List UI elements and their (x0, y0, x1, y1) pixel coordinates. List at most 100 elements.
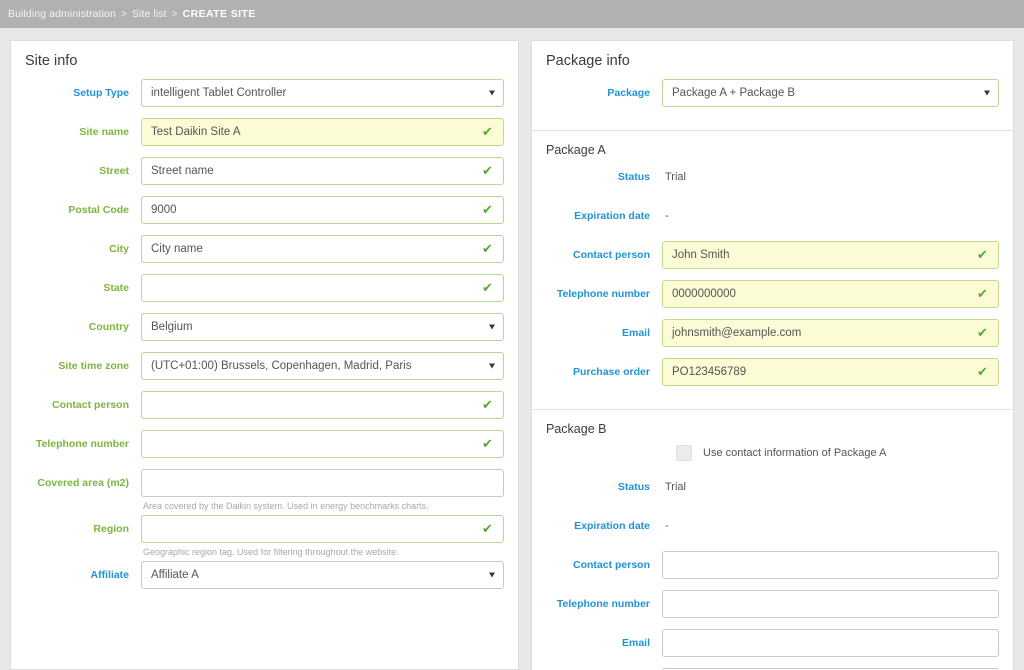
package-a-label-purchase-order: Purchase order (572, 366, 650, 378)
site-info-panel: Site info Setup Type intelligent Tablet C… (10, 40, 519, 670)
site-info-label-site-time-zone: Site time zone (58, 360, 129, 372)
valid-check-icon: ✔ (482, 163, 493, 178)
site-info-hint-region: Geographic region tag. Used for filterin… (143, 547, 399, 557)
breadcrumb-item-building-administration[interactable]: Building administration (8, 8, 116, 20)
package-a-label-contact-person: Contact person (572, 249, 650, 261)
site-info-row-postal-code: Postal Code 9000 ✔ (11, 196, 518, 224)
site-info-value-street: Street name (151, 165, 214, 177)
package-b-input-contact-person[interactable] (662, 551, 999, 579)
valid-check-icon: ✔ (482, 124, 493, 139)
site-info-control-site-time-zone: (UTC+01:00) Brussels, Copenhagen, Madrid… (141, 352, 504, 380)
package-a-status-label: Status (617, 171, 650, 183)
site-info-input-city[interactable]: City name ✔ (141, 235, 504, 263)
package-a-form: Contact person John Smith ✔ Telephone numbe… (532, 241, 1013, 386)
site-info-form: Setup Type intelligent Tablet Controller S… (11, 79, 518, 589)
package-b-row-contact-person: Contact person (532, 551, 1013, 579)
site-info-label-setup-type: Setup Type (73, 87, 129, 99)
site-info-label-covered-area-m2: Covered area (m2) (37, 477, 129, 489)
package-b-control-telephone-number (662, 590, 999, 618)
site-info-input-telephone-number[interactable]: ✔ (141, 430, 504, 458)
site-info-control-state: ✔ (141, 274, 504, 302)
package-a-input-telephone-number[interactable]: 0000000000 ✔ (662, 280, 999, 308)
site-info-input-postal-code[interactable]: 9000 ✔ (141, 196, 504, 224)
package-a-value-contact-person: John Smith (672, 249, 730, 261)
package-a-control-email: johnsmith@example.com ✔ (662, 319, 999, 347)
site-info-input-site-name[interactable]: Test Daikin Site A ✔ (141, 118, 504, 146)
site-info-select-country[interactable]: Belgium (141, 313, 504, 341)
package-a-input-email[interactable]: johnsmith@example.com ✔ (662, 319, 999, 347)
valid-check-icon: ✔ (977, 325, 988, 340)
package-a-status-row: Status Trial (532, 163, 1013, 191)
package-a-row-email: Email johnsmith@example.com ✔ (532, 319, 1013, 347)
valid-check-icon: ✔ (482, 280, 493, 295)
site-info-label-postal-code: Postal Code (68, 204, 129, 216)
site-info-title: Site info (25, 53, 78, 69)
package-a-value-purchase-order: PO123456789 (672, 366, 747, 378)
site-info-control-contact-person: ✔ (141, 391, 504, 419)
valid-check-icon: ✔ (482, 241, 493, 256)
site-info-control-country: Belgium (141, 313, 504, 341)
site-info-label-state: State (103, 282, 129, 294)
valid-check-icon: ✔ (977, 286, 988, 301)
site-info-control-city: City name ✔ (141, 235, 504, 263)
site-info-select-affiliate[interactable]: Affiliate A (141, 561, 504, 589)
site-info-control-affiliate: Affiliate A (141, 561, 504, 589)
site-info-row-region: Region ✔ Geographic region tag. Used for f… (11, 515, 518, 558)
site-info-input-contact-person[interactable]: ✔ (141, 391, 504, 419)
package-select-row: Package Package A + Package B (532, 79, 1013, 107)
site-info-label-site-name: Site name (79, 126, 129, 138)
site-info-label-contact-person: Contact person (51, 399, 129, 411)
package-a-control-telephone-number: 0000000000 ✔ (662, 280, 999, 308)
valid-check-icon: ✔ (977, 247, 988, 262)
site-info-input-state[interactable]: ✔ (141, 274, 504, 302)
site-info-control-covered-area-m2: Area covered by the Daikin system. Used … (141, 469, 504, 512)
site-info-input-covered-area-m2[interactable] (141, 469, 504, 497)
package-b-status-label: Status (617, 481, 650, 493)
site-info-select-site-time-zone[interactable]: (UTC+01:00) Brussels, Copenhagen, Madrid… (141, 352, 504, 380)
package-select[interactable]: Package A + Package B (662, 79, 999, 107)
site-info-value-affiliate: Affiliate A (151, 569, 199, 581)
valid-check-icon: ✔ (482, 202, 493, 217)
site-info-row-state: State ✔ (11, 274, 518, 302)
site-info-row-affiliate: Affiliate Affiliate A (11, 561, 518, 589)
package-a-value-email: johnsmith@example.com (672, 327, 802, 339)
site-info-select-setup-type[interactable]: intelligent Tablet Controller (141, 79, 504, 107)
package-b-title: Package B (546, 422, 607, 436)
valid-check-icon: ✔ (482, 521, 493, 536)
chevron-down-icon (489, 363, 495, 369)
breadcrumb-item-site-list[interactable]: Site list (132, 8, 167, 20)
page-body: Site info Setup Type intelligent Tablet C… (0, 28, 1024, 670)
site-info-label-street: Street (99, 165, 129, 177)
package-b-expiration-label: Expiration date (574, 520, 650, 532)
site-info-control-site-name: Test Daikin Site A ✔ (141, 118, 504, 146)
site-info-value-setup-type: intelligent Tablet Controller (151, 87, 287, 99)
package-a-control-purchase-order: PO123456789 ✔ (662, 358, 999, 386)
site-info-label-region: Region (93, 523, 129, 535)
package-a-input-purchase-order[interactable]: PO123456789 ✔ (662, 358, 999, 386)
package-b-input-email[interactable] (662, 629, 999, 657)
package-a-row-contact-person: Contact person John Smith ✔ (532, 241, 1013, 269)
chevron-down-icon (489, 90, 495, 96)
breadcrumb-separator-icon-2: > (171, 8, 178, 20)
package-b-label-telephone-number: Telephone number (556, 598, 650, 610)
site-info-label-telephone-number: Telephone number (35, 438, 129, 450)
breadcrumb: Building administration > Site list > CR… (0, 0, 1024, 28)
site-info-row-street: Street Street name ✔ (11, 157, 518, 185)
package-info-title: Package info (546, 53, 630, 69)
site-info-hint-covered-area-m2: Area covered by the Daikin system. Used … (143, 501, 429, 511)
chevron-down-icon (489, 324, 495, 330)
package-a-title: Package A (546, 143, 606, 157)
site-info-value-site-time-zone: (UTC+01:00) Brussels, Copenhagen, Madrid… (151, 360, 412, 372)
package-select-wrap: Package A + Package B (662, 79, 999, 107)
site-info-label-city: City (109, 243, 129, 255)
package-info-panel: Package info Package Package A + Package… (531, 40, 1014, 670)
site-info-input-region[interactable]: ✔ (141, 515, 504, 543)
site-info-input-street[interactable]: Street name ✔ (141, 157, 504, 185)
use-contact-info-checkbox[interactable] (676, 445, 692, 461)
package-b-input-telephone-number[interactable] (662, 590, 999, 618)
package-a-input-contact-person[interactable]: John Smith ✔ (662, 241, 999, 269)
site-info-label-affiliate: Affiliate (90, 569, 129, 581)
package-b-form: Contact personTelephone numberEmailPurch… (532, 551, 1013, 670)
package-select-value: Package A + Package B (672, 87, 796, 99)
package-label: Package (607, 87, 650, 99)
